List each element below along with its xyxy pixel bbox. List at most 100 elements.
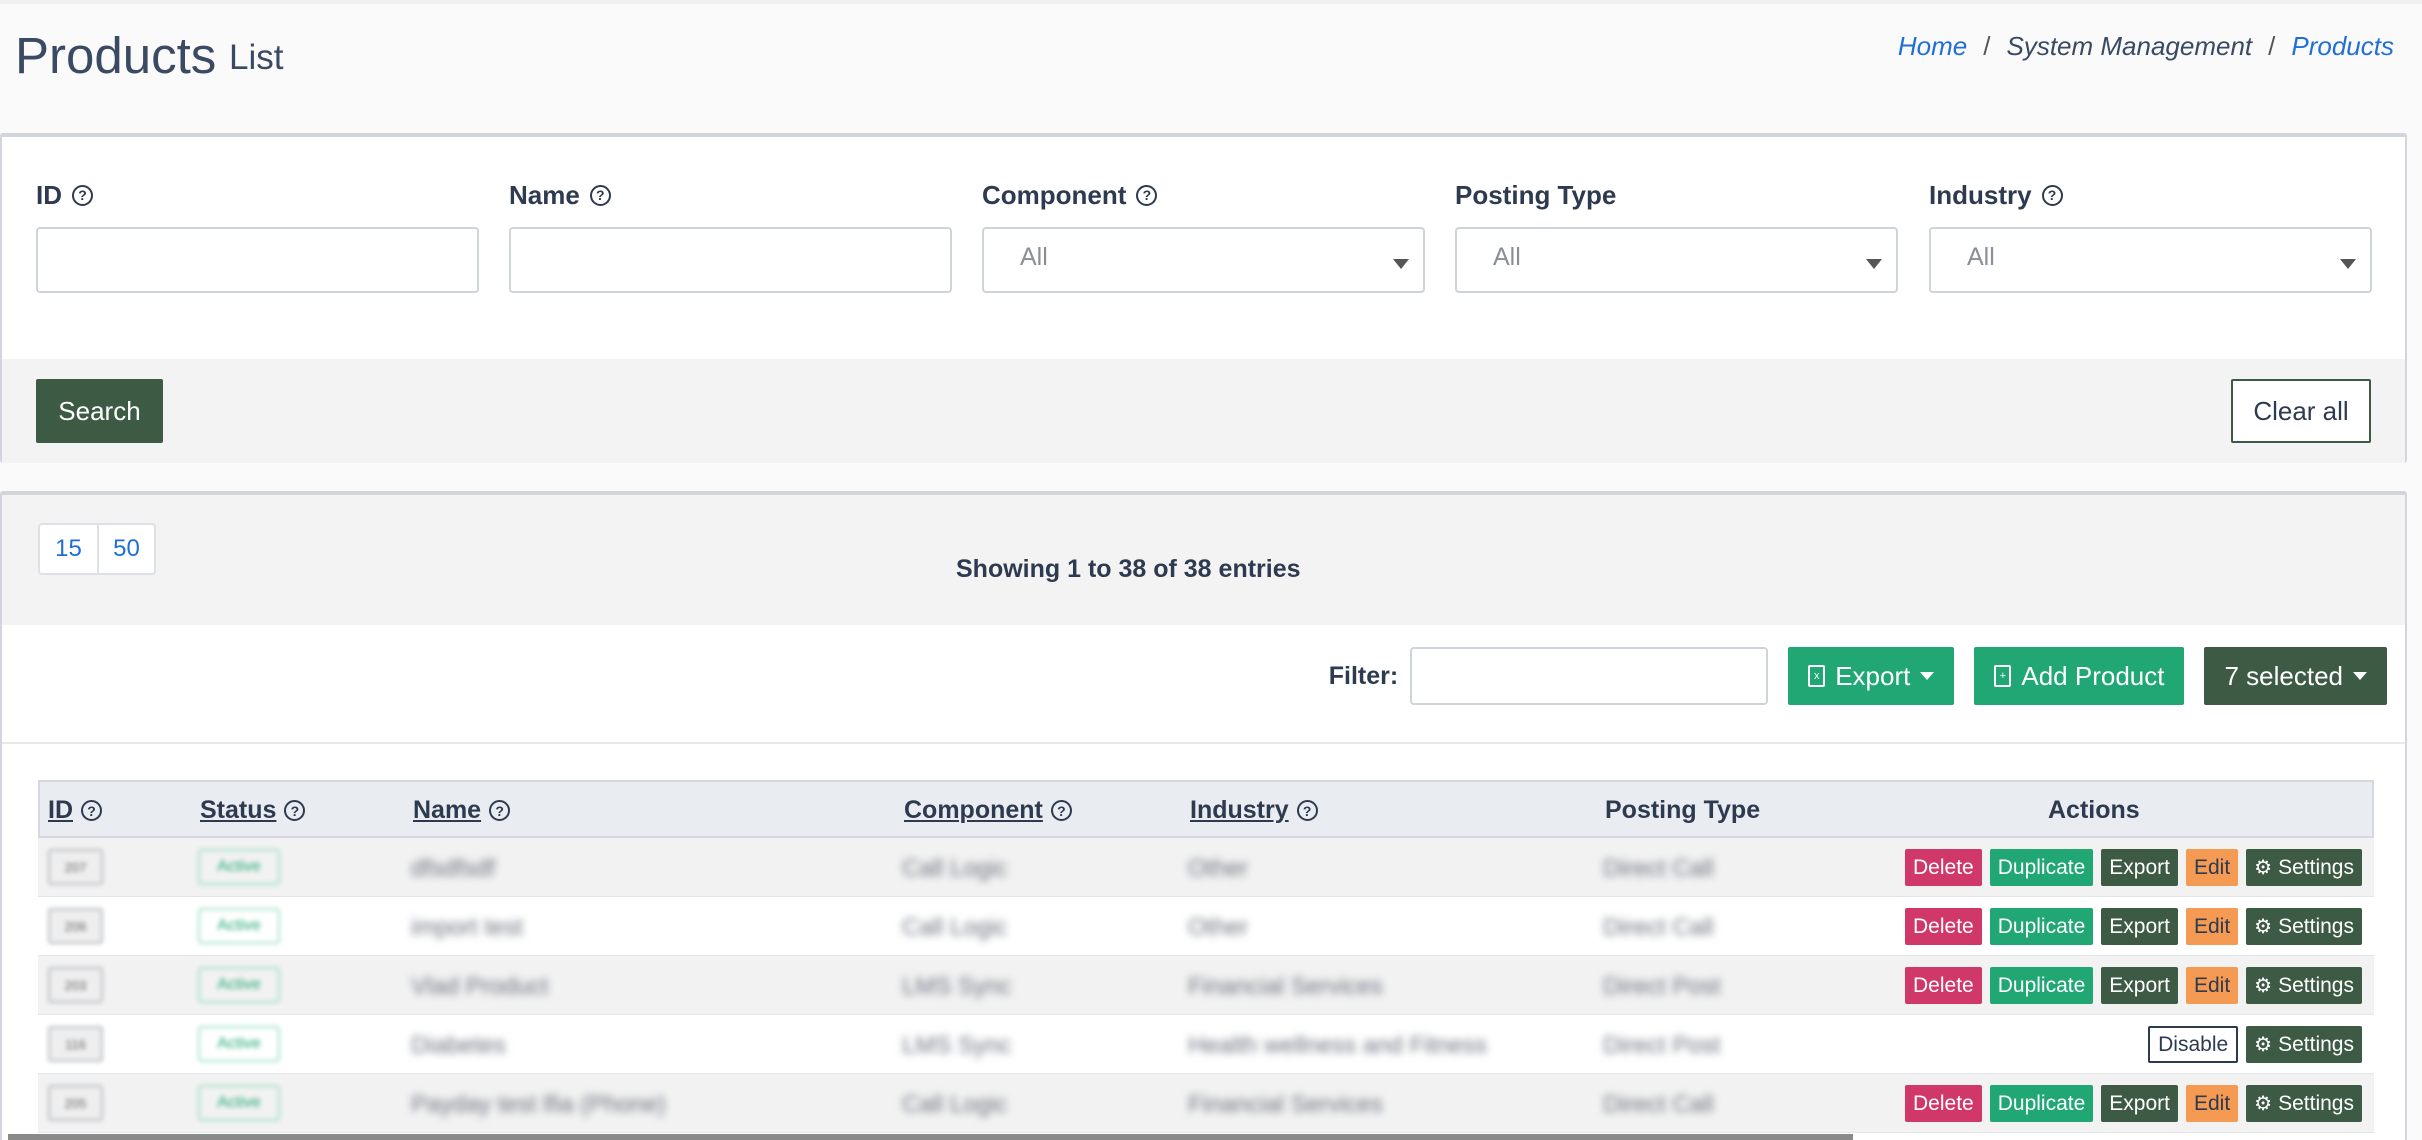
settings-button[interactable]: ⚙ Settings [2246, 967, 2362, 1004]
caret-down-icon [1393, 259, 1409, 269]
row-component: Call Logic [902, 1091, 1008, 1118]
row-posting-type: Direct Post [1603, 1032, 1721, 1059]
duplicate-button[interactable]: Duplicate [1989, 908, 2094, 945]
row-actions: Delete Duplicate Export Edit ⚙ Settings [1905, 967, 2362, 1004]
help-circle-icon[interactable]: ? [2041, 184, 2063, 206]
page-size-15[interactable]: 15 [40, 525, 97, 573]
name-filter-input[interactable] [509, 227, 952, 293]
status-badge: Active [198, 849, 280, 885]
column-header-actions: Actions [2048, 796, 2140, 824]
duplicate-button[interactable]: Duplicate [1989, 967, 2094, 1004]
disable-button[interactable]: Disable [2148, 1026, 2239, 1063]
page-size-selector: 15 50 [38, 523, 156, 575]
gears-icon: ⚙ [2254, 915, 2273, 938]
column-header-status[interactable]: Status? [200, 796, 306, 825]
gears-icon: ⚙ [2254, 974, 2273, 997]
entries-info: Showing 1 to 38 of 38 entries [956, 555, 1301, 583]
row-actions: Delete Duplicate Export Edit ⚙ Settings [1905, 849, 2362, 886]
export-button[interactable]: Export [2101, 908, 2178, 945]
column-header-posting-type: Posting Type [1605, 796, 1761, 824]
table-filter-input[interactable] [1410, 647, 1769, 705]
help-circle-icon[interactable]: ? [1296, 800, 1318, 821]
breadcrumb-separator: / [2268, 31, 2276, 61]
gears-icon: ⚙ [2254, 856, 2273, 879]
column-selector-button[interactable]: 7 selected [2204, 647, 2387, 705]
duplicate-button[interactable]: Duplicate [1989, 849, 2094, 886]
settings-button[interactable]: ⚙ Settings [2246, 1085, 2362, 1122]
row-actions: Disable ⚙ Settings [2148, 1026, 2362, 1063]
component-filter-label: Component? [982, 177, 1425, 213]
edit-button[interactable]: Edit [2185, 849, 2239, 886]
breadcrumb-system-management: System Management [2006, 31, 2253, 61]
id-filter-label: ID? [36, 177, 479, 213]
table-row: 206 Active import test Call Logic Other … [38, 897, 2374, 956]
settings-button[interactable]: ⚙ Settings [2246, 1026, 2362, 1063]
page-subtitle: List [229, 38, 284, 77]
settings-label: Settings [2278, 1091, 2354, 1115]
row-industry: Health wellness and Fitness [1188, 1032, 1487, 1059]
delete-button[interactable]: Delete [1905, 849, 1982, 886]
export-button[interactable]: Export [2101, 967, 2178, 1004]
help-circle-icon[interactable]: ? [81, 800, 102, 821]
column-header-id[interactable]: ID? [48, 796, 102, 825]
status-badge: Active [198, 967, 280, 1003]
export-label: Export [1835, 660, 1911, 691]
settings-label: Settings [2278, 973, 2354, 997]
delete-button[interactable]: Delete [1905, 967, 1982, 1004]
help-circle-icon[interactable]: ? [284, 800, 306, 821]
export-dropdown-button[interactable]: x Export [1788, 647, 1955, 705]
settings-label: Settings [2278, 914, 2354, 938]
help-circle-icon[interactable]: ? [489, 800, 511, 821]
row-id: 203 [48, 967, 103, 1003]
horizontal-scrollbar[interactable] [8, 1134, 1853, 1140]
row-actions: Delete Duplicate Export Edit ⚙ Settings [1905, 1085, 2362, 1122]
help-circle-icon[interactable]: ? [1136, 184, 1158, 206]
breadcrumb-products[interactable]: Products [2291, 31, 2394, 62]
help-circle-icon[interactable]: ? [72, 184, 93, 206]
posting-type-filter-label: Posting Type [1455, 179, 1617, 210]
table-row: 207 Active dfsdfsdf Call Logic Other Dir… [38, 838, 2374, 897]
column-header-industry[interactable]: Industry? [1190, 796, 1318, 825]
page-size-50[interactable]: 50 [97, 525, 154, 573]
row-posting-type: Direct Call [1603, 1091, 1714, 1118]
row-posting-type: Direct Call [1603, 914, 1714, 941]
help-circle-icon[interactable]: ? [1050, 800, 1072, 821]
component-select[interactable]: All [982, 227, 1425, 293]
row-posting-type: Direct Post [1603, 973, 1721, 1000]
column-header-name[interactable]: Name? [413, 796, 511, 825]
row-name: Payday test lfia (Phone) [411, 1091, 666, 1118]
id-filter-input[interactable] [36, 227, 479, 293]
industry-select[interactable]: All [1929, 227, 2372, 293]
row-component: Call Logic [902, 914, 1008, 941]
table-info-bar: 15 50 Showing 1 to 38 of 38 entries [2, 495, 2405, 625]
status-badge: Active [198, 908, 280, 944]
export-button[interactable]: Export [2101, 1085, 2178, 1122]
posting-type-select[interactable]: All [1455, 227, 1898, 293]
edit-button[interactable]: Edit [2185, 908, 2239, 945]
export-button[interactable]: Export [2101, 849, 2178, 886]
products-table-panel: 15 50 Showing 1 to 38 of 38 entries Filt… [0, 491, 2407, 1140]
settings-button[interactable]: ⚙ Settings [2246, 849, 2362, 886]
caret-down-icon [2340, 259, 2356, 269]
duplicate-button[interactable]: Duplicate [1989, 1085, 2094, 1122]
add-product-label: Add Product [2021, 660, 2165, 691]
delete-button[interactable]: Delete [1905, 908, 1982, 945]
settings-button[interactable]: ⚙ Settings [2246, 908, 2362, 945]
search-button[interactable]: Search [36, 379, 163, 443]
row-name: Diabetes [411, 1032, 506, 1059]
table-row: 203 Active Vlad Product LMS Sync Financi… [38, 956, 2374, 1015]
delete-button[interactable]: Delete [1905, 1085, 1982, 1122]
edit-button[interactable]: Edit [2185, 1085, 2239, 1122]
name-filter-label: Name? [509, 177, 952, 213]
breadcrumb-home[interactable]: Home [1898, 31, 1967, 62]
row-name: Vlad Product [411, 973, 549, 1000]
edit-button[interactable]: Edit [2185, 967, 2239, 1004]
column-header-component[interactable]: Component? [904, 796, 1072, 825]
clear-all-button[interactable]: Clear all [2231, 379, 2371, 443]
help-circle-icon[interactable]: ? [589, 184, 611, 206]
divider [2, 742, 2405, 744]
file-excel-icon: x [1808, 665, 1826, 687]
row-component: LMS Sync [902, 973, 1012, 1000]
selected-label: 7 selected [2224, 660, 2343, 691]
add-product-button[interactable]: + Add Product [1974, 647, 2185, 705]
